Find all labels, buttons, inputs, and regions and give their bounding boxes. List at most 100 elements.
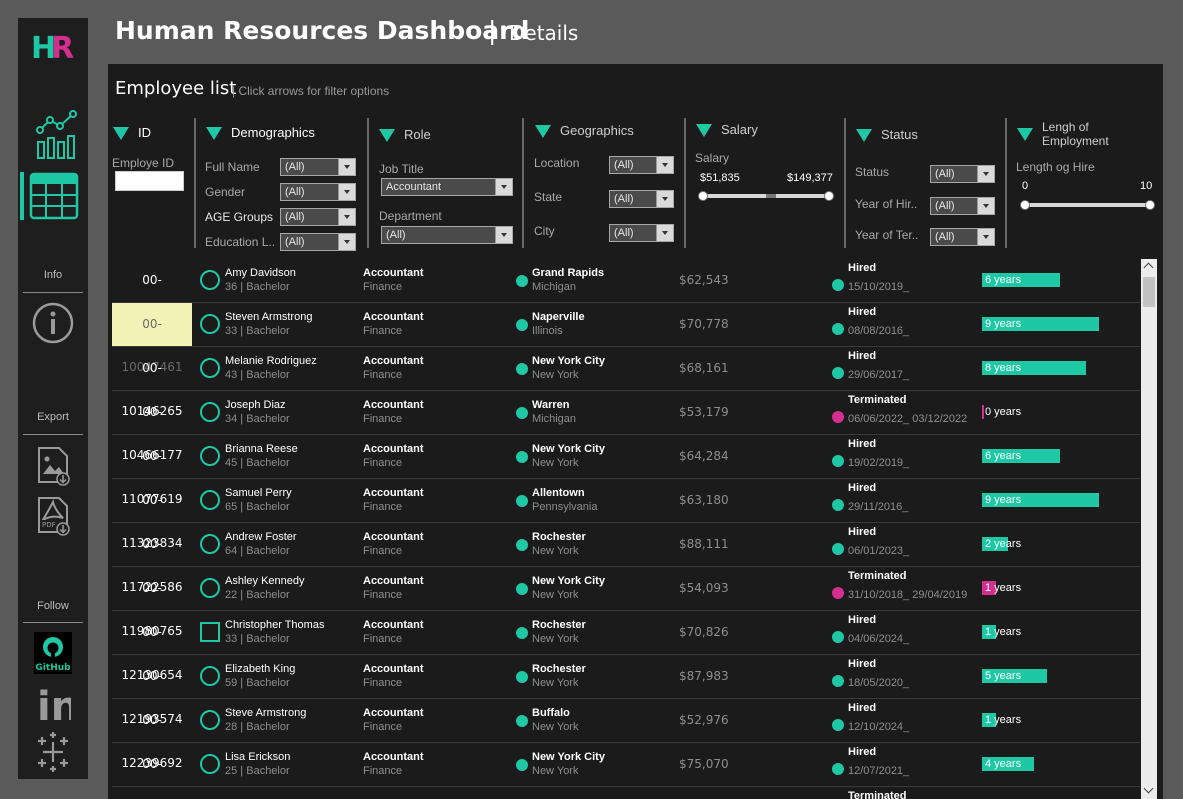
employee-id-cell[interactable]: 00-11077619 [112,435,192,506]
employee-id-cell[interactable]: 00-10146265 [112,347,192,418]
salary: $53,179 [679,405,729,419]
city-dropdown[interactable]: (All) [609,224,674,242]
salary-slider-min-handle[interactable] [698,191,708,201]
length-slider-track[interactable] [1025,203,1149,207]
role-filter-header[interactable]: Role [379,127,431,143]
employee-age-education: 64 | Bachelor [225,545,290,557]
filter-arrow-icon[interactable] [535,125,551,139]
table-nav-icon[interactable] [28,170,80,222]
status-dot-icon [832,367,844,379]
employee-id-cell[interactable]: 00-11323834 [112,479,192,550]
table-row[interactable]: 00-12239692 Steve Armstrong 28 | Bachelor A… [112,699,1140,770]
chevron-down-icon[interactable] [338,159,355,175]
chevron-down-icon[interactable] [977,166,994,182]
chevron-down-icon[interactable] [338,234,355,250]
export-pdf-icon[interactable]: PDF [35,496,71,536]
age-groups-dropdown[interactable]: (All) [280,208,356,226]
employee-id-cell[interactable]: 00-10047461 [112,303,192,374]
employment-dates: 08/08/2016_ [848,325,910,337]
table-row[interactable]: 00-12130654 Christopher Thomas 33 | Bachel… [112,611,1140,682]
info-icon[interactable] [32,302,74,344]
length-slider-min-handle[interactable] [1020,200,1030,210]
employee-panel: Employee list | Click arrows for filter … [108,64,1163,799]
table-row[interactable]: 00-10466177 Joseph Diaz 34 | Bachelor Accou… [112,391,1140,462]
length-slider-max-handle[interactable] [1145,200,1155,210]
table-row[interactable]: 00-11722586 Andrew Foster 64 | Bachelor Acc… [112,523,1140,594]
chevron-down-icon[interactable] [977,198,994,214]
export-image-icon[interactable] [35,446,71,486]
page-subtitle: Details [509,21,579,45]
geographics-filter-header[interactable]: Geographics [535,123,634,139]
line-chart-nav-icon[interactable] [28,108,80,160]
location-dot-icon [516,495,528,507]
avatar-icon [200,446,220,466]
table-row[interactable]: 00-10047461 Steven Armstrong 33 | Bachelor… [112,303,1140,374]
department-dropdown[interactable]: (All) [381,226,513,244]
table-row[interactable]: 00-12423190 Lisa Erickson 25 | Bachelor Acc… [112,743,1140,787]
year-of-termination-dropdown[interactable]: (All) [930,228,995,246]
info-label: Info [43,269,63,281]
filter-arrow-icon[interactable] [113,127,129,141]
table-scrollbar[interactable] [1141,259,1157,799]
full-name-dropdown[interactable]: (All) [280,158,356,176]
employee-id-cell[interactable]: 00-11722586 [112,523,192,594]
chevron-down-icon[interactable] [656,225,673,241]
gender-dropdown[interactable]: (All) [280,183,356,201]
state: New York [532,677,579,689]
employee-id-cell[interactable]: 00-13940129 [112,787,192,799]
state-dropdown[interactable]: (All) [609,190,674,208]
year-of-hire-label: Year of Hir.. [855,197,918,211]
filter-arrow-icon[interactable] [696,124,712,138]
chevron-down-icon[interactable] [656,157,673,173]
chevron-down-icon[interactable] [338,209,355,225]
demographics-filter-header[interactable]: Demographics [206,125,315,141]
employee-id-cell[interactable]: 00-12423190 [112,743,192,786]
github-icon[interactable]: GitHub [34,632,72,674]
status-filter-header[interactable]: Status [856,127,918,143]
education-level-dropdown[interactable]: (All) [280,233,356,251]
table-row[interactable]: 00-12193574 Elizabeth King 59 | Bachelor Ac… [112,655,1140,726]
employee-id-cell[interactable]: 00-11980765 [112,567,192,638]
status-dropdown[interactable]: (All) [930,165,995,183]
scroll-up-icon[interactable] [1141,259,1157,275]
filter-arrow-icon[interactable] [856,129,872,143]
linkedin-icon[interactable]: in [35,682,71,722]
employee-id-cell[interactable]: 00-12239692 [112,699,192,770]
salary-filter-header[interactable]: Salary [696,122,758,138]
filter-arrow-icon[interactable] [206,127,222,141]
employee-age-education: 28 | Bachelor [225,721,290,733]
employee-id-cell[interactable]: 00-10466177 [112,391,192,462]
employee-age-education: 65 | Bachelor [225,501,290,513]
years-label: 5 years [985,670,1022,682]
employee-id-cell[interactable]: 00-12193574 [112,655,192,726]
sidebar: H R Info Export PDF Follow GitHub in [18,18,88,779]
id-filter-header[interactable]: ID [113,125,151,141]
table-row[interactable]: 00-11980765 Ashley Kennedy 22 | Bachelor Ac… [112,567,1140,638]
job-title-dropdown[interactable]: Accountant [381,178,513,196]
table-row[interactable]: 00-11323834 Samuel Perry 65 | Bachelor Acco… [112,479,1140,550]
chevron-down-icon[interactable] [495,227,512,243]
table-row[interactable]: 00-10012470 Amy Davidson 36 | Bachelor Acco… [112,259,1140,330]
employee-id-cell[interactable]: 00-10012470 [112,259,192,330]
employee-id-input[interactable] [115,171,184,191]
tableau-icon[interactable] [35,732,71,772]
chevron-down-icon[interactable] [977,229,994,245]
table-row[interactable]: 00-13940129 Terminated [112,787,1140,799]
employee-name: Christopher Thomas [225,619,325,631]
salary-slider-max-handle[interactable] [824,191,834,201]
avatar-icon [200,710,220,730]
length-filter-header[interactable]: Lengh of Employment [1017,120,1109,148]
year-of-hire-dropdown[interactable]: (All) [930,197,995,215]
chevron-down-icon[interactable] [338,184,355,200]
employee-id-cell[interactable]: 00-12130654 [112,611,192,682]
department: Finance [363,765,403,777]
filter-arrow-icon[interactable] [379,129,395,143]
location-dropdown[interactable]: (All) [609,156,674,174]
table-row[interactable]: 00-11077619 Brianna Reese 45 | Bachelor Acc… [112,435,1140,506]
scroll-down-icon[interactable] [1141,783,1157,799]
filter-arrow-icon[interactable] [1017,128,1033,141]
chevron-down-icon[interactable] [656,191,673,207]
table-row[interactable]: 00-10146265 Melanie Rodriguez 43 | Bachelo… [112,347,1140,418]
chevron-down-icon[interactable] [495,179,512,195]
scroll-thumb[interactable] [1143,277,1155,307]
